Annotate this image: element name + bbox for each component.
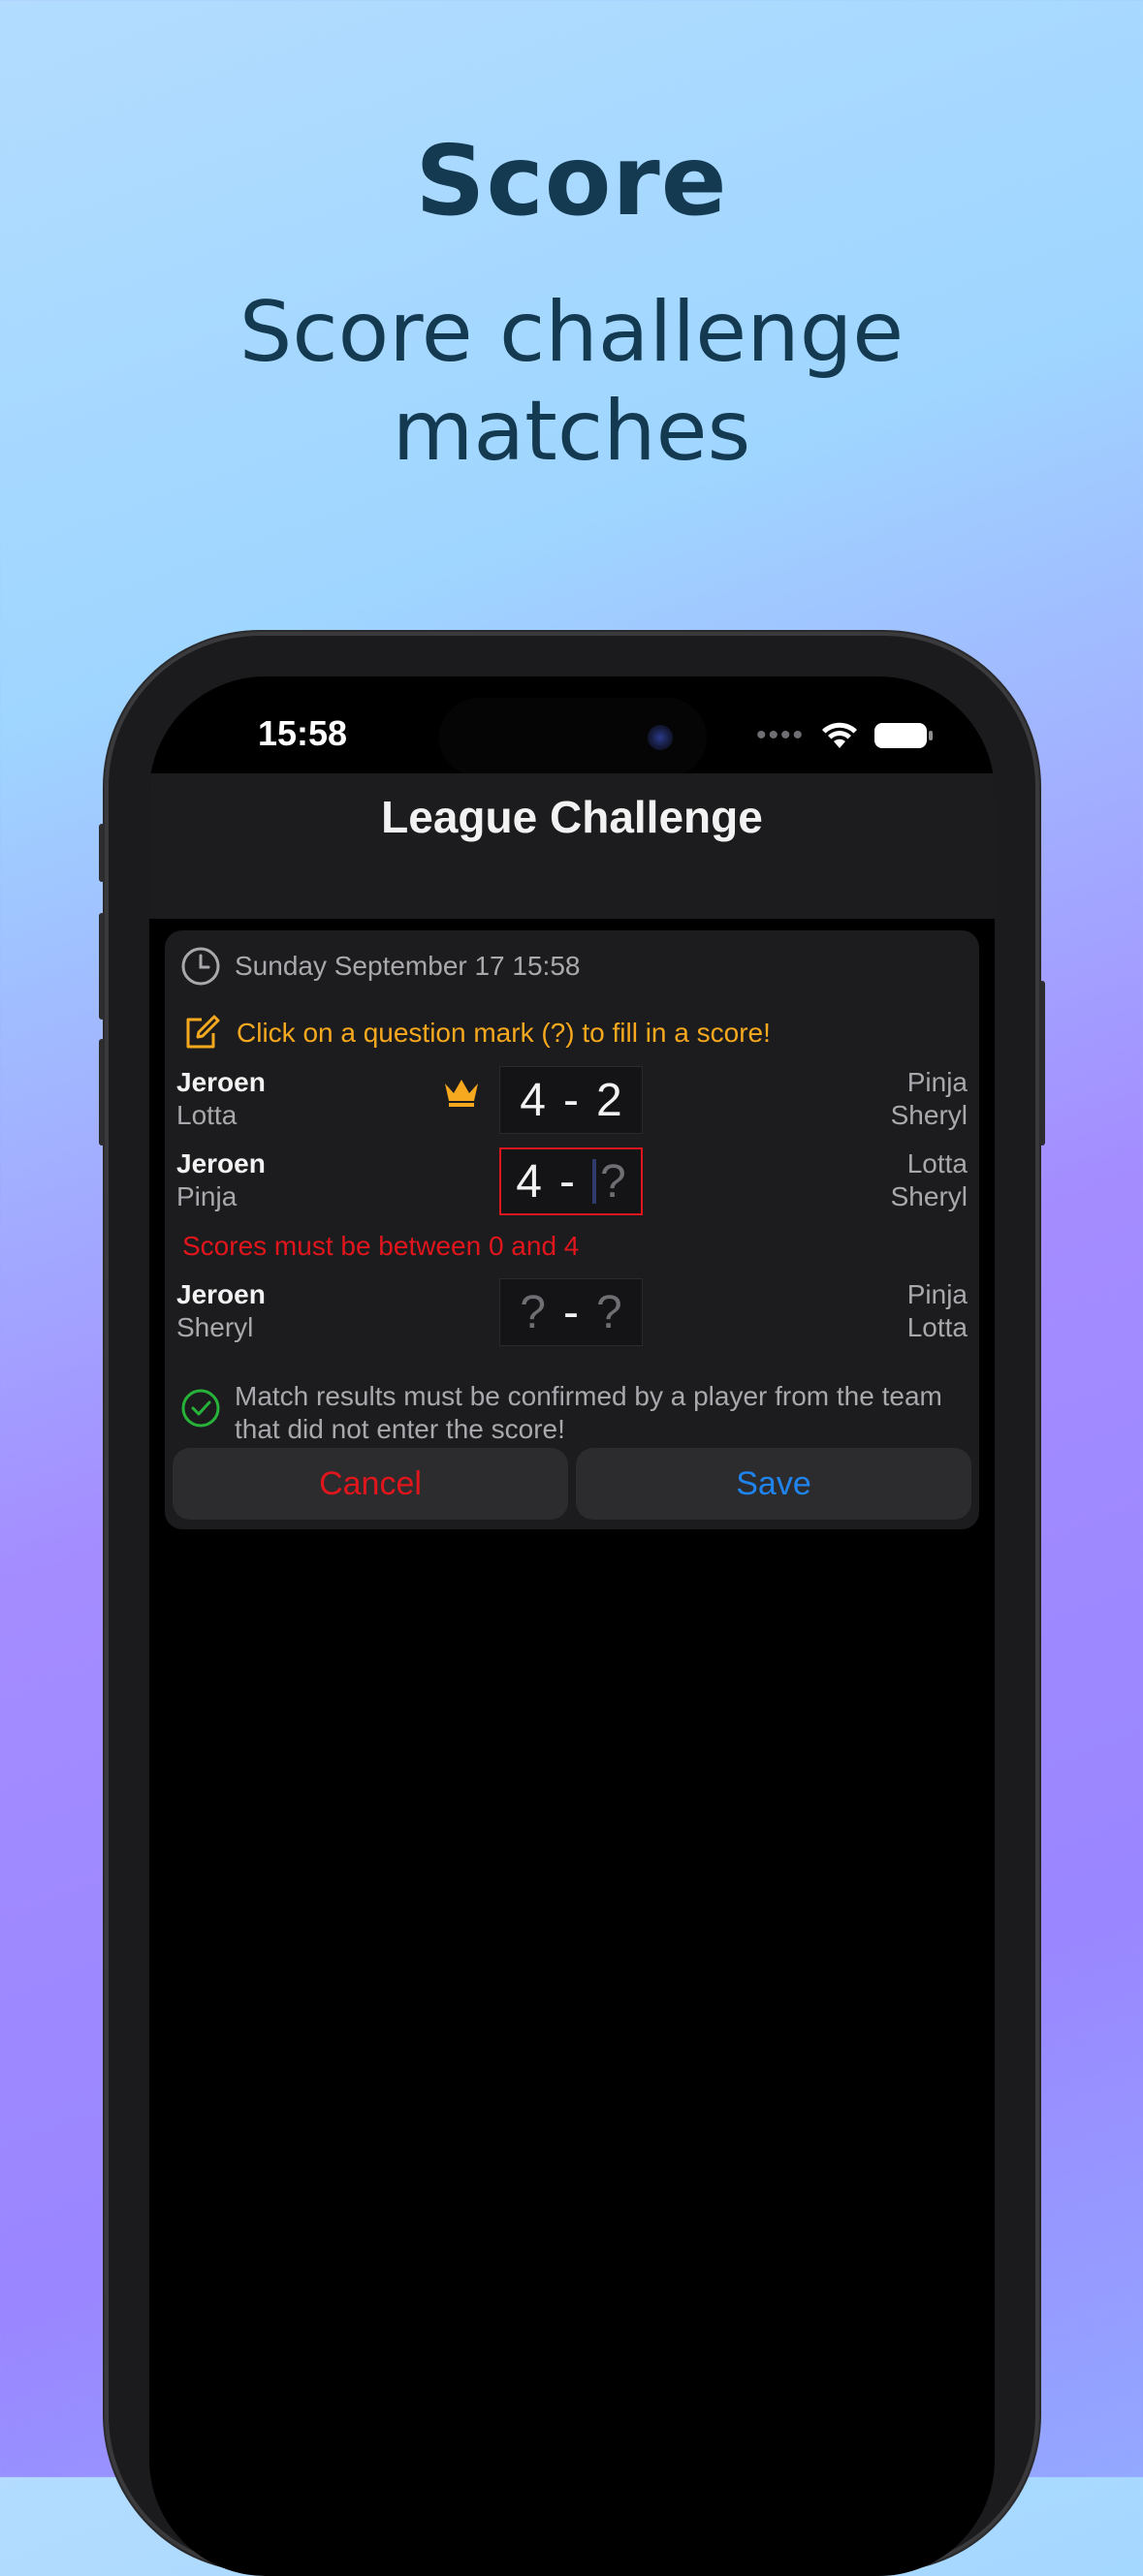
phone-frame: 15:58 •••• League Challenge Sunday Septe… — [99, 632, 1045, 2576]
team-left: Jeroen Sheryl — [176, 1278, 266, 1344]
team-right: Pinja Sheryl — [891, 1066, 968, 1132]
player-name: Sheryl — [176, 1312, 254, 1342]
side-button-right — [1039, 981, 1045, 1146]
score-right[interactable]: ? — [596, 1286, 622, 1339]
hero-subtitle-line1: Score challenge — [238, 284, 905, 381]
text-cursor — [591, 1159, 596, 1204]
player-name: Jeroen — [176, 1148, 266, 1178]
hint-row: Click on a question mark (?) to fill in … — [180, 1012, 771, 1054]
crown-icon — [445, 1080, 478, 1107]
nav-title: League Challenge — [381, 792, 763, 842]
player-name: Pinja — [906, 1279, 968, 1309]
wifi-icon — [822, 722, 857, 748]
score-input-error[interactable]: 4 - ? — [499, 1147, 643, 1215]
score-right[interactable]: 2 — [596, 1074, 622, 1127]
hint-text: Click on a question mark (?) to fill in … — [237, 1018, 771, 1048]
match-date: Sunday September 17 15:58 — [235, 951, 581, 981]
player-name: Jeroen — [176, 1279, 266, 1309]
phone-screen: 15:58 •••• League Challenge Sunday Septe… — [149, 676, 995, 2576]
date-row: Sunday September 17 15:58 — [180, 946, 580, 987]
hero-subtitle-line2: matches — [392, 383, 751, 480]
score-left[interactable]: 4 — [520, 1074, 546, 1127]
side-button-left-1 — [99, 824, 105, 882]
confirm-note: Match results must be confirmed by a pla… — [235, 1381, 942, 1444]
score-left[interactable]: 4 — [516, 1155, 542, 1209]
score-separator: - — [563, 1286, 579, 1338]
player-name: Pinja — [176, 1181, 238, 1211]
player-name: Lotta — [176, 1100, 238, 1130]
player-name: Sheryl — [890, 1100, 968, 1130]
match-row: Jeroen Pinja 4 - ? Lotta Sheryl — [165, 1147, 979, 1225]
dynamic-island — [439, 698, 707, 777]
checkmark-circle-icon — [181, 1389, 220, 1428]
signal-icon: •••• — [755, 719, 805, 751]
player-name: Pinja — [906, 1067, 968, 1097]
score-input[interactable]: ? - ? — [499, 1278, 643, 1346]
team-right: Pinja Lotta — [907, 1278, 968, 1344]
score-separator: - — [563, 1074, 579, 1126]
side-button-left-3 — [99, 1039, 105, 1146]
player-name: Lotta — [906, 1148, 968, 1178]
side-button-left-2 — [99, 913, 105, 1020]
save-button[interactable]: Save — [576, 1448, 971, 1520]
cancel-button[interactable]: Cancel — [173, 1448, 568, 1520]
score-separator: - — [559, 1155, 575, 1208]
challenge-card: Sunday September 17 15:58 Click on a que… — [165, 930, 979, 1529]
edit-icon — [186, 1015, 220, 1049]
validation-error: Scores must be between 0 and 4 — [182, 1231, 580, 1261]
clock-icon — [181, 947, 220, 986]
camera-icon — [648, 725, 673, 750]
team-right: Lotta Sheryl — [891, 1147, 968, 1213]
player-name: Jeroen — [176, 1067, 266, 1097]
hero-title: Score — [415, 124, 728, 237]
score-left[interactable]: ? — [520, 1286, 546, 1339]
player-name: Sheryl — [890, 1181, 968, 1211]
team-left: Jeroen Pinja — [176, 1147, 266, 1213]
team-left: Jeroen Lotta — [176, 1066, 266, 1132]
player-name: Lotta — [906, 1312, 968, 1342]
score-right[interactable]: ? — [600, 1155, 626, 1209]
battery-icon — [874, 723, 933, 748]
status-icons: •••• — [755, 719, 933, 752]
status-time: 15:58 — [258, 713, 348, 753]
match-row: Jeroen Lotta 4 - 2 Pinja Sheryl — [165, 1066, 979, 1144]
hero-subtitle: Score challenge matches — [0, 283, 1143, 481]
confirm-row: Match results must be confirmed by a pla… — [180, 1380, 991, 1446]
score-input[interactable]: 4 - 2 — [499, 1066, 643, 1134]
match-row: Jeroen Sheryl ? - ? Pinja Lotta — [165, 1278, 979, 1356]
